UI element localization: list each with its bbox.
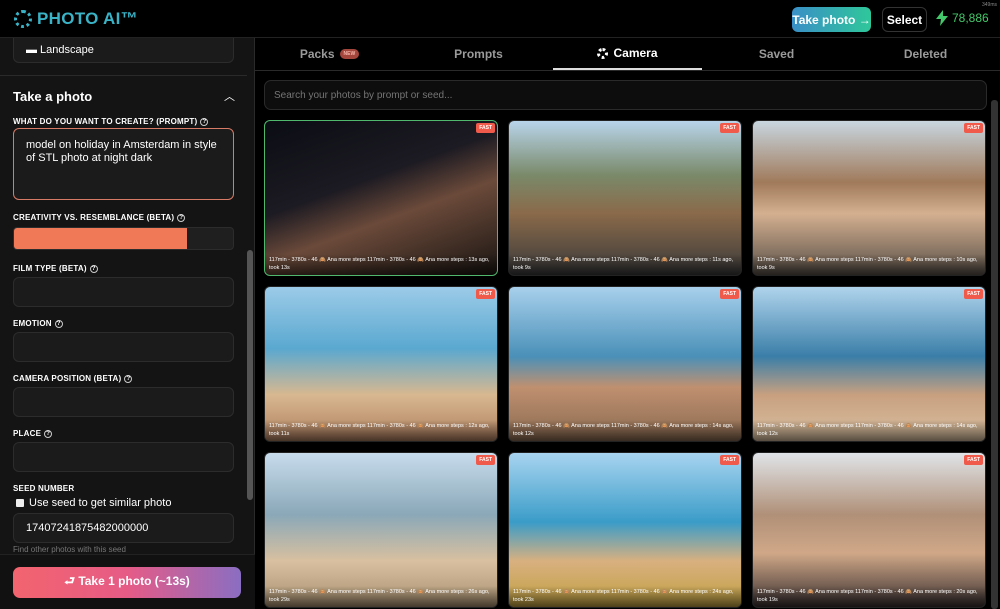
creativity-slider[interactable] <box>13 227 234 250</box>
tab-saved[interactable]: Saved <box>702 38 851 70</box>
help-icon[interactable]: ? <box>124 374 133 383</box>
sidebar-scrollbar[interactable] <box>247 250 253 500</box>
photo-caption: 117min - 3780s - 46 🙈 Ana more steps 117… <box>509 420 741 441</box>
prompt-label-text: WHAT DO YOU WANT TO CREATE? (PROMPT) <box>13 117 198 126</box>
photo-card[interactable]: FAST 117min - 3780s - 46 🙈 Ana more steps… <box>752 286 986 442</box>
seed-input[interactable]: 17407241875482000000 <box>13 513 234 543</box>
photo-caption: 117min - 3780s - 46 🙈 Ana more steps 117… <box>753 586 985 607</box>
top-bar: PHOTO AI™ Take photo → Select 78,886 349… <box>0 0 1000 38</box>
timing-readout: 349ms <box>981 2 997 8</box>
tab-camera[interactable]: Camera <box>553 38 702 70</box>
tab-label: Camera <box>613 46 658 60</box>
help-icon[interactable]: ? <box>200 117 209 126</box>
photo-caption: 117min - 3780s - 46 🙈 Ana more steps 117… <box>509 586 741 607</box>
tab-bar: Packs NEW Prompts Camera Saved Deleted <box>255 38 1000 71</box>
camera-position-select[interactable] <box>13 387 234 417</box>
photo-card[interactable]: FAST 117min - 3780s - 46 🙈 Ana more steps… <box>264 286 498 442</box>
help-icon[interactable]: ? <box>54 319 63 328</box>
film-type-label-text: FILM TYPE (BETA) <box>13 264 87 273</box>
fast-badge: FAST <box>720 289 739 299</box>
chevron-up-icon[interactable]: ︿ <box>224 88 235 104</box>
seed-checkbox-label: Use seed to get similar photo <box>29 497 172 509</box>
fast-badge: FAST <box>476 123 495 133</box>
tab-prompts[interactable]: Prompts <box>404 38 553 70</box>
help-icon[interactable]: ? <box>44 429 53 438</box>
photo-card[interactable]: FAST 117min - 3780s - 46 🙈 Ana more steps… <box>508 452 742 608</box>
logo[interactable]: PHOTO AI™ <box>14 9 138 29</box>
tab-label: Deleted <box>903 47 948 61</box>
take-1-photo-button[interactable]: ⮐ Take 1 photo (~13s) <box>13 567 241 598</box>
place-label-text: PLACE <box>13 429 42 438</box>
emotion-select[interactable] <box>13 332 234 362</box>
photo-card[interactable]: FAST 117min - 3780s - 46 🙈 Ana more steps… <box>752 120 986 276</box>
emotion-label-text: EMOTION <box>13 319 52 328</box>
fast-badge: FAST <box>964 123 983 133</box>
select-button[interactable]: Select <box>882 7 927 32</box>
fast-badge: FAST <box>964 289 983 299</box>
seed-checkbox-row[interactable]: Use seed to get similar photo <box>16 497 171 509</box>
emotion-label: EMOTION? <box>13 319 63 328</box>
fast-badge: FAST <box>720 455 739 465</box>
photo-caption: 117min - 3780s - 46 🙈 Ana more steps 117… <box>265 420 497 441</box>
tab-packs[interactable]: Packs NEW <box>255 38 404 70</box>
section-title: Take a photo <box>13 89 93 104</box>
camera-position-label: CAMERA POSITION (BETA)? <box>13 374 133 383</box>
prompt-label: WHAT DO YOU WANT TO CREATE? (PROMPT)? <box>13 117 209 126</box>
logo-text: PHOTO AI™ <box>37 9 138 28</box>
credits-count: 78,886 <box>952 11 989 25</box>
place-label: PLACE? <box>13 429 53 438</box>
prompt-textarea[interactable]: model on holiday in Amsterdam in style o… <box>13 128 234 200</box>
search-input[interactable] <box>264 80 987 110</box>
main-scrollbar[interactable] <box>991 100 998 609</box>
slider-fill <box>14 228 187 249</box>
help-icon[interactable]: ? <box>89 264 98 273</box>
sidebar: ▬ Landscape Take a photo ︿ WHAT DO YOU W… <box>0 38 255 609</box>
photo-card[interactable]: FAST 117min - 3780s - 46 🙈 Ana more steps… <box>508 120 742 276</box>
photo-caption: 117min - 3780s - 46 🙈 Ana more steps 117… <box>509 254 741 275</box>
orientation-select[interactable]: ▬ Landscape <box>13 38 234 63</box>
logo-icon <box>14 10 32 28</box>
aperture-icon <box>597 47 609 59</box>
fast-badge: FAST <box>476 455 495 465</box>
tab-label: Prompts <box>454 47 503 61</box>
place-select[interactable] <box>13 442 234 472</box>
credits: 78,886 <box>936 10 989 26</box>
camera-position-label-text: CAMERA POSITION (BETA) <box>13 374 122 383</box>
fast-badge: FAST <box>964 455 983 465</box>
lightning-icon <box>936 10 948 26</box>
photo-caption: 117min - 3780s - 46 🙈 Ana more steps 117… <box>753 254 985 275</box>
photo-card[interactable]: FAST 117min - 3780s - 46 🙈 Ana more steps… <box>264 120 498 276</box>
film-type-select[interactable] <box>13 277 234 307</box>
tab-label: Saved <box>758 47 795 61</box>
photo-card[interactable]: FAST 117min - 3780s - 46 🙈 Ana more steps… <box>752 452 986 608</box>
creativity-label-text: CREATIVITY VS. RESEMBLANCE (BETA) <box>13 213 175 222</box>
seed-hint[interactable]: Find other photos with this seed <box>13 545 126 554</box>
tab-label: Packs <box>299 47 335 61</box>
take-photo-button[interactable]: Take photo → <box>792 7 871 32</box>
creativity-label: CREATIVITY VS. RESEMBLANCE (BETA)? <box>13 213 186 222</box>
photo-grid: FAST 117min - 3780s - 46 🙈 Ana more steps… <box>264 120 986 608</box>
photo-caption: 117min - 3780s - 46 🙈 Ana more steps 117… <box>753 420 985 441</box>
seed-label: SEED NUMBER <box>13 484 75 493</box>
fast-badge: FAST <box>720 123 739 133</box>
tab-deleted[interactable]: Deleted <box>851 38 1000 70</box>
photo-card[interactable]: FAST 117min - 3780s - 46 🙈 Ana more steps… <box>508 286 742 442</box>
film-type-label: FILM TYPE (BETA)? <box>13 264 98 273</box>
photo-card[interactable]: FAST 117min - 3780s - 46 🙈 Ana more steps… <box>264 452 498 608</box>
divider <box>0 75 247 76</box>
photo-caption: 117min - 3780s - 46 🙈 Ana more steps 117… <box>265 586 497 607</box>
new-badge: NEW <box>339 49 360 59</box>
help-icon[interactable]: ? <box>177 213 186 222</box>
photo-caption: 117min - 3780s - 46 🙈 Ana more steps 117… <box>265 254 497 275</box>
fast-badge: FAST <box>476 289 495 299</box>
seed-checkbox[interactable] <box>16 499 24 507</box>
